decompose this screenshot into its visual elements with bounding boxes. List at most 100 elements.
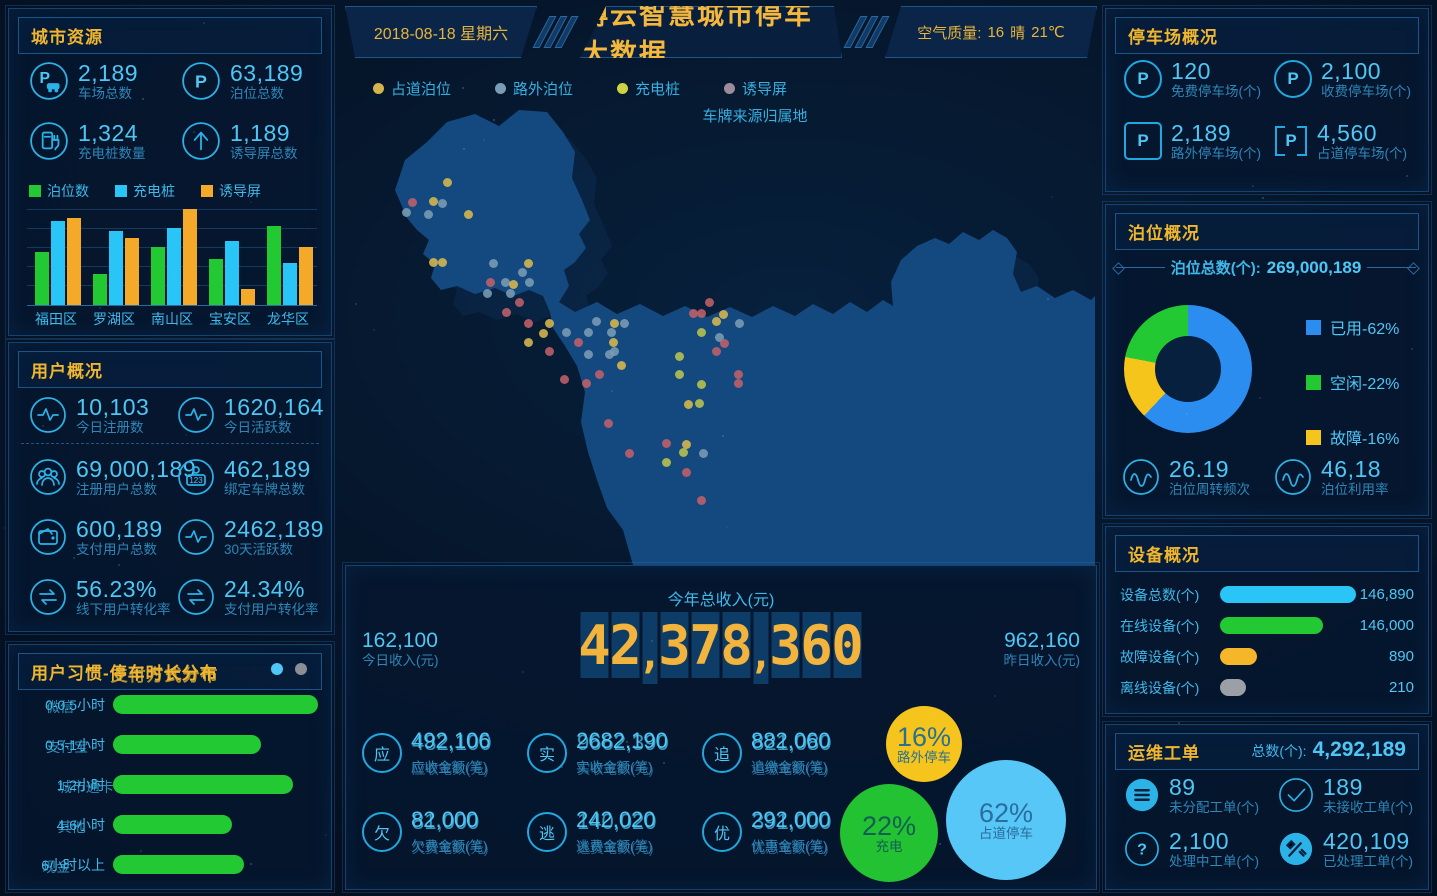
chart-legend-label: 泊位数: [47, 181, 89, 201]
board-digit: 3: [661, 612, 689, 678]
device-row-label: 离线设备(个): [1120, 678, 1216, 698]
star-decor: [722, 435, 724, 437]
board-digit: 0: [834, 612, 862, 678]
ops-stat-label: 已处理工单(个): [1323, 855, 1413, 869]
fee-label: 欠费金额(笔)欠费笔数(元): [411, 835, 488, 855]
ops-stat-value: 189: [1323, 775, 1413, 799]
donut-legend-label: 故障-16%: [1330, 425, 1399, 449]
bar-充电桩: [167, 228, 181, 305]
user-stat-label: 30天活跃数: [224, 543, 324, 557]
parking-stat-label: 免费停车场(个): [1171, 85, 1261, 99]
parking-stat: P2,100收费停车场(个): [1274, 59, 1411, 99]
ops-stat: 89未分配工单(个): [1124, 775, 1259, 815]
fee-label-back: 逃费笔数(元): [577, 837, 654, 857]
panel-title-parking-overview: 停车场概况: [1115, 17, 1419, 54]
map-legend-label: 路外泊位: [513, 78, 573, 99]
user-stat-value: 10,103: [76, 395, 149, 419]
fee-value-back: 9662,390: [577, 730, 669, 756]
map-dot: [620, 319, 629, 328]
legend-swatch-icon: [201, 185, 213, 197]
fee-value-back: 391,000: [752, 809, 832, 835]
parking-stat-label: 路外停车场(个): [1171, 147, 1261, 161]
habit-label: 1-2小时城市通卡: [57, 775, 105, 795]
berth-total-line: 泊位总数(个): 269,000,189: [1116, 257, 1416, 278]
device-row-bar: [1220, 617, 1323, 634]
board-digit: 7: [692, 612, 720, 678]
panel-title-city-resources: 城市资源: [18, 17, 322, 54]
carousel-dot[interactable]: [295, 663, 307, 675]
map-dot: [525, 278, 534, 287]
user-stat-value: 56.23%: [76, 577, 171, 601]
user-stat-label: 线下用户转化率: [76, 603, 171, 617]
bar-诱导屏: [67, 218, 81, 305]
device-row: 故障设备(个) 890: [1120, 641, 1414, 672]
chart-legend-label: 诱导屏: [219, 181, 261, 201]
ops-stat-value: 89: [1169, 775, 1259, 799]
svg-text:?: ?: [1137, 841, 1147, 859]
bar-充电桩: [51, 221, 65, 305]
star-decor: [1259, 397, 1261, 399]
board-digit: 3: [772, 612, 800, 678]
panel-user-habits: 用户习惯-停车时长分布支付方式分布 0-0.5小时微信0.5-1小时支付宝1-2…: [8, 644, 332, 890]
map-dot: [489, 259, 498, 268]
chart-legend-item: 诱导屏: [201, 181, 261, 201]
habit-label-back: 微信: [46, 697, 74, 717]
star-decor: [1252, 185, 1254, 187]
map-dot: [584, 328, 593, 337]
fee-label-back: 实收笔数(元): [577, 758, 654, 778]
map-dot: [662, 458, 671, 467]
map-dot: [429, 258, 438, 267]
habit-bar: [113, 775, 293, 794]
parking-stat: P4,560占道停车场(个): [1274, 121, 1407, 161]
fee-stat: 优292,000391,000优惠金额(笔)优惠笔数(元): [702, 807, 862, 856]
p-circle-icon: P: [181, 61, 221, 101]
yesterday-income-value: 962,160: [1004, 628, 1081, 653]
habit-bar: [113, 695, 318, 714]
fee-label-back: 追缴笔数(元): [752, 758, 829, 778]
device-row-label: 在线设备(个): [1120, 616, 1216, 636]
donut-legend-item: 已用-62%: [1306, 315, 1399, 339]
habit-row: 4-6小时其他: [9, 815, 331, 835]
wallet-icon: [29, 518, 67, 556]
map-sublabel: 车牌来源归属地: [645, 105, 865, 126]
star-decor: [1406, 175, 1408, 177]
map-dot: [515, 298, 524, 307]
fee-stat: 追882,060821,080追缴金额(笔)追缴笔数(元): [702, 728, 862, 777]
parking-p-icon: P: [1124, 122, 1162, 160]
map-dot: [625, 449, 634, 458]
device-row: 离线设备(个)210: [1120, 672, 1414, 703]
user-stat-label: 今日活跃数: [224, 421, 324, 435]
temperature-text: 21℃: [1031, 23, 1065, 41]
bar-充电桩: [225, 241, 239, 305]
map-dot: [697, 309, 706, 318]
map-dot: [483, 289, 492, 298]
user-stat-label: 绑定车牌总数: [224, 483, 311, 497]
map-dot: [712, 317, 721, 326]
diamond-line-right: [1367, 267, 1416, 268]
carousel-dot[interactable]: [271, 663, 283, 675]
user-stat-value: 24.34%: [224, 577, 319, 601]
users-icon: [29, 458, 67, 496]
device-row: 设备总数(个)146,890: [1120, 579, 1414, 610]
map-dot: [524, 319, 533, 328]
user-stat-label: 支付用户转化率: [224, 603, 319, 617]
map-legend-item: 诱导屏: [724, 78, 787, 99]
map-dot: [518, 268, 527, 277]
air-quality-value: 16: [987, 24, 1004, 41]
map-dot: [592, 317, 601, 326]
device-row-label: 故障设备(个): [1120, 647, 1216, 667]
star-decor: [99, 307, 101, 309]
city-stat-value: 1,189: [230, 121, 298, 145]
device-row-value: 890: [1389, 648, 1414, 665]
plate-icon: 123: [177, 458, 215, 496]
star-decor: [1186, 413, 1188, 415]
star-decor: [73, 557, 75, 559]
bar-充电桩: [109, 231, 123, 305]
ops-stat: 420,109已处理工单(个): [1278, 829, 1413, 869]
bar-诱导屏: [241, 289, 255, 305]
berth-donut-chart: [1124, 305, 1252, 433]
map-dot: [560, 375, 569, 384]
x-axis-label: 福田区: [27, 309, 85, 329]
map-dot: [734, 379, 743, 388]
city-stat-label: 泊位总数: [230, 87, 303, 101]
